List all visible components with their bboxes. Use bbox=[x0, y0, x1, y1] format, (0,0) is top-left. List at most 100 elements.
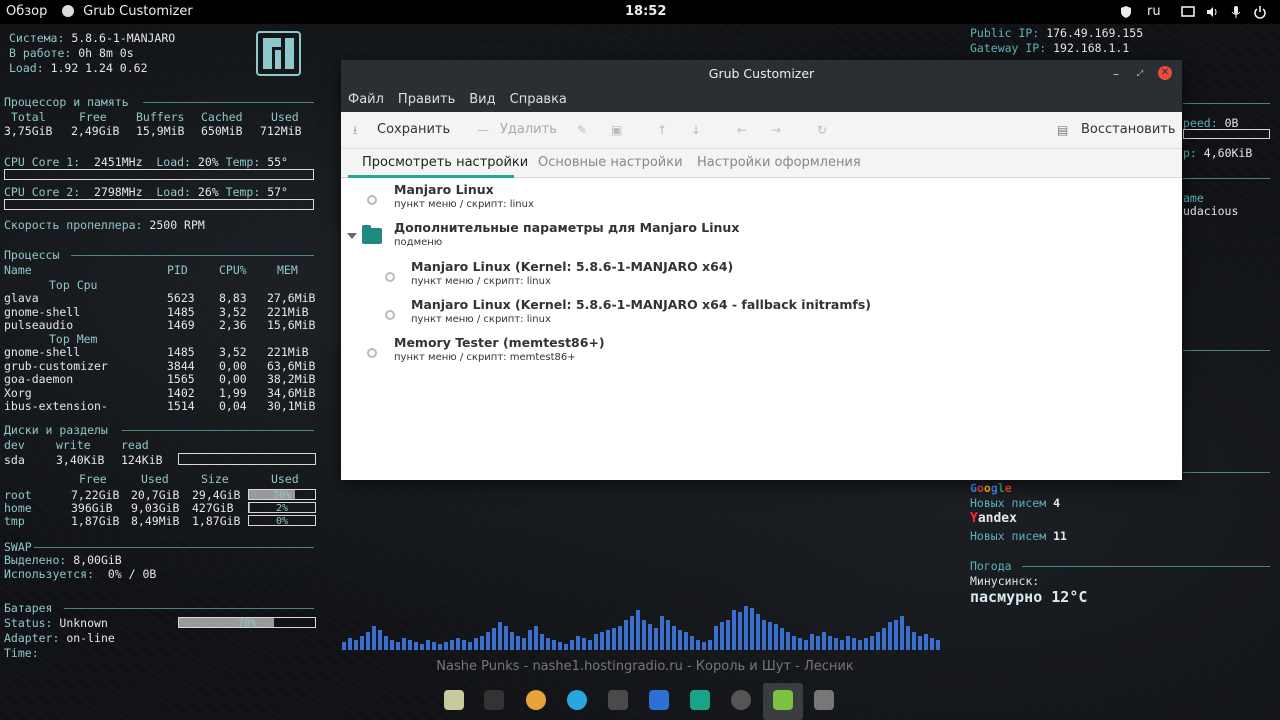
entry-subtitle: пункт меню / скрипт: linux bbox=[394, 199, 534, 210]
visualizer-bar bbox=[660, 616, 664, 650]
visualizer-bar bbox=[396, 642, 400, 650]
move-up-icon[interactable]: ↑ bbox=[657, 124, 671, 136]
menu-file[interactable]: Файл bbox=[341, 88, 391, 107]
screen-icon[interactable] bbox=[1181, 5, 1195, 19]
clock[interactable]: 18:52 bbox=[625, 4, 666, 19]
visualizer-bar bbox=[540, 634, 544, 650]
menu-view[interactable]: Вид bbox=[462, 88, 502, 107]
divider bbox=[1183, 350, 1270, 351]
files-icon[interactable] bbox=[444, 690, 464, 710]
list-item[interactable]: Manjaro Linux пункт меню / скрипт: linux bbox=[394, 182, 534, 210]
process-cell: 27,6MiB bbox=[267, 291, 316, 305]
list-item[interactable]: Manjaro Linux (Kernel: 5.8.6-1-MANJARO x… bbox=[411, 259, 733, 287]
grub-customizer-window: Grub Customizer – ⤢ ✕ Файл Править Вид Спра… bbox=[341, 60, 1182, 480]
terminal-icon[interactable] bbox=[484, 690, 504, 710]
visualizer-bar bbox=[474, 638, 478, 650]
process-cell: 1402 bbox=[167, 385, 195, 400]
fs-free: 7,22GiB bbox=[71, 488, 120, 502]
expander-icon[interactable] bbox=[347, 233, 357, 239]
visualizer-bar bbox=[900, 616, 904, 650]
edit-icon[interactable]: ✎ bbox=[577, 124, 591, 136]
mem-header-used: Used bbox=[271, 110, 299, 124]
yandex-mail-count: 11 bbox=[1053, 529, 1067, 543]
cpu1-load: 20% bbox=[197, 155, 219, 169]
visualizer-bar bbox=[720, 622, 724, 650]
disk-section-title: Диски и разделы bbox=[4, 423, 108, 437]
process-cell: 1469 bbox=[167, 318, 195, 332]
refresh-icon[interactable]: ↻ bbox=[817, 124, 831, 136]
cpu1-load-label: Load: bbox=[156, 155, 191, 169]
close-button[interactable]: ✕ bbox=[1158, 66, 1172, 80]
telegram-icon[interactable] bbox=[567, 690, 587, 710]
menu-help[interactable]: Справка bbox=[503, 88, 574, 107]
up-value: 4,60KiB bbox=[1203, 146, 1253, 160]
gateway-ip: 192.168.1.1 bbox=[1053, 41, 1130, 55]
new-entry-icon[interactable]: ▣ bbox=[611, 124, 625, 136]
list-item[interactable]: Дополнительные параметры для Manjaro Lin… bbox=[394, 220, 739, 248]
maximize-button[interactable]: ⤢ bbox=[1132, 66, 1148, 82]
activities-button[interactable]: Обзор bbox=[6, 4, 47, 19]
arrow-right-icon[interactable]: → bbox=[771, 124, 785, 136]
move-down-icon[interactable]: ↓ bbox=[691, 124, 705, 136]
fs-usage-pct: 70% bbox=[272, 490, 292, 501]
power-icon[interactable] bbox=[1253, 5, 1267, 19]
visualizer-bar bbox=[798, 638, 802, 650]
app-menu-label: Grub Customizer bbox=[83, 4, 193, 19]
fs-header-free: Free bbox=[79, 472, 107, 486]
delete-button[interactable]: Удалить bbox=[500, 122, 557, 137]
arrow-left-icon[interactable]: ← bbox=[737, 124, 751, 136]
downloader-icon[interactable] bbox=[608, 690, 628, 710]
tab-view-settings[interactable]: Просмотреть настройки bbox=[362, 155, 528, 170]
visualizer-bar bbox=[594, 634, 598, 650]
grub-customizer-icon[interactable] bbox=[773, 690, 793, 710]
system-value: 5.8.6-1-MANJARO bbox=[71, 31, 176, 45]
amazon-icon[interactable] bbox=[731, 690, 751, 710]
minimize-button[interactable]: – bbox=[1108, 66, 1124, 82]
manjaro-settings-icon[interactable] bbox=[690, 690, 710, 710]
google-mail-label: Новых писем bbox=[970, 496, 1047, 510]
mem-cached: 650MiB bbox=[201, 124, 243, 138]
system-label: Система: bbox=[9, 31, 65, 45]
visualizer-bar bbox=[348, 638, 352, 650]
cpu1-graph bbox=[4, 169, 314, 180]
menu-bar: Файл Править Вид Справка bbox=[341, 88, 1182, 112]
divider bbox=[143, 102, 314, 103]
visualizer-bar bbox=[750, 608, 754, 650]
list-item[interactable]: Manjaro Linux (Kernel: 5.8.6-1-MANJARO x… bbox=[411, 297, 871, 325]
visualizer-bar bbox=[738, 612, 742, 650]
menu-edit[interactable]: Править bbox=[391, 88, 462, 107]
visualizer-bar bbox=[732, 610, 736, 650]
save-button[interactable]: Сохранить bbox=[377, 122, 450, 137]
folder-icon bbox=[362, 225, 382, 244]
proc-header-mem: MEM bbox=[277, 263, 298, 277]
software-icon[interactable] bbox=[649, 690, 669, 710]
tab-appearance-settings[interactable]: Настройки оформления bbox=[697, 155, 861, 170]
divider bbox=[1022, 566, 1270, 567]
chrome-icon[interactable] bbox=[526, 690, 546, 710]
visualizer-bar bbox=[528, 630, 532, 650]
weather-value: пасмурно 12°C bbox=[970, 588, 1088, 606]
mem-total: 3,75GiB bbox=[4, 124, 53, 138]
app-grid-icon[interactable] bbox=[814, 690, 834, 710]
visualizer-bar bbox=[516, 636, 520, 650]
volume-icon[interactable] bbox=[1205, 5, 1219, 19]
fs-free: 1,87GiB bbox=[71, 514, 120, 528]
microphone-icon[interactable] bbox=[1229, 5, 1243, 19]
disk-io-graph bbox=[178, 453, 316, 465]
window-titlebar[interactable]: Grub Customizer – ⤢ ✕ bbox=[341, 60, 1182, 88]
cpu2-load-label: Load: bbox=[156, 185, 191, 199]
top-cpu-title: Top Cpu bbox=[49, 278, 98, 292]
process-cell: 34,6MiB bbox=[267, 385, 316, 400]
list-item[interactable]: Memory Tester (memtest86+) пункт меню / … bbox=[394, 335, 605, 363]
keyboard-layout[interactable]: ru bbox=[1147, 4, 1161, 19]
app-menu[interactable]: Grub Customizer bbox=[62, 4, 193, 19]
visualizer-bar bbox=[618, 626, 622, 650]
visualizer-bar bbox=[834, 638, 838, 650]
process-cell: 221MiB bbox=[267, 304, 309, 319]
shield-icon[interactable] bbox=[1119, 5, 1133, 19]
tab-general-settings[interactable]: Основные настройки bbox=[538, 155, 683, 170]
visualizer-bar bbox=[420, 644, 424, 650]
speed-value: 0B bbox=[1224, 116, 1239, 130]
visualizer-bar bbox=[468, 642, 472, 650]
restore-button[interactable]: Восстановить bbox=[1081, 122, 1176, 137]
